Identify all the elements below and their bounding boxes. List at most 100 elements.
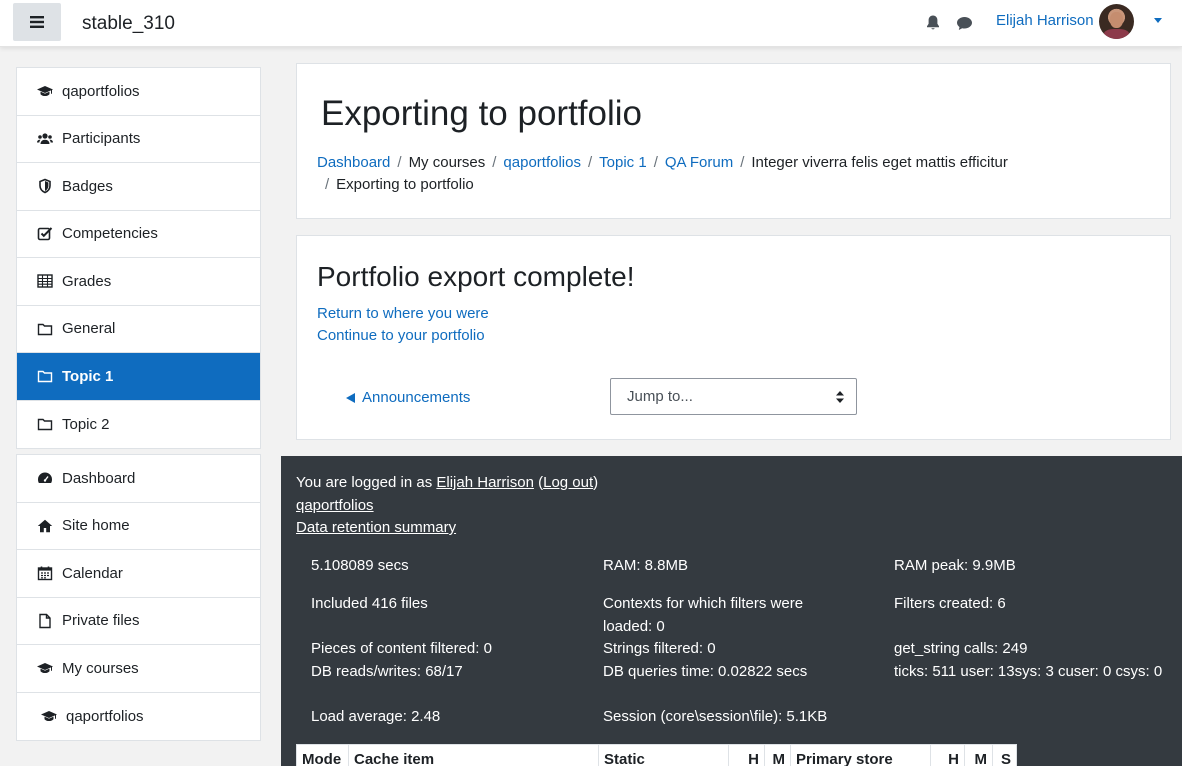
sidebar-item-label: qaportfolios: [62, 82, 140, 100]
sidebar-item-label: Site home: [62, 517, 130, 535]
logout-link[interactable]: Log out: [543, 474, 593, 491]
perf-load-average: Load average: 2.48: [311, 708, 441, 725]
breadcrumb-topic-link[interactable]: Topic 1: [599, 154, 647, 171]
sidebar-item-label: Participants: [62, 130, 141, 148]
column-header: M: [964, 744, 993, 766]
column-header: Cache item: [348, 744, 599, 766]
return-link[interactable]: Return to where you were: [317, 305, 489, 322]
perf-get-string: get_string calls: 249: [894, 640, 1028, 657]
data-retention-link[interactable]: Data retention summary: [296, 519, 456, 536]
breadcrumb-separator: /: [325, 176, 330, 193]
sidebar-item-label: My courses: [62, 659, 139, 677]
sidebar-item-course[interactable]: qaportfolios: [17, 68, 260, 116]
sidebar-item-badges[interactable]: Badges: [17, 163, 260, 211]
perf-db-rw: DB reads/writes: 68/17: [311, 663, 463, 680]
column-header: S: [992, 744, 1017, 766]
site-name-link[interactable]: stable_310: [82, 13, 175, 35]
sidebar-item-site-home[interactable]: Site home: [17, 503, 260, 550]
graduation-cap-icon: [37, 660, 53, 676]
perf-ram: RAM: 8.8MB: [603, 557, 689, 574]
breadcrumb-separator: /: [397, 154, 402, 171]
breadcrumb-dashboard-link[interactable]: Dashboard: [317, 154, 390, 171]
folder-icon: [37, 416, 53, 432]
breadcrumb-separator: /: [740, 154, 745, 171]
table-header-row: Mode Cache item Static H M Primary store…: [296, 744, 1017, 766]
check-square-icon: [37, 226, 53, 242]
folder-icon: [37, 368, 53, 384]
column-header: Mode: [296, 744, 349, 766]
jump-to-select[interactable]: Jump to...: [610, 378, 857, 415]
column-header: Primary store: [790, 744, 931, 766]
sidebar-item-dashboard[interactable]: Dashboard: [17, 455, 260, 503]
perf-time: 5.108089 secs: [311, 557, 409, 574]
sidebar-item-participants[interactable]: Participants: [17, 116, 260, 163]
breadcrumb-course-link[interactable]: qaportfolios: [503, 154, 581, 171]
perf-contexts: Contexts for which filters were loaded: …: [603, 595, 804, 635]
sidebar-item-grades[interactable]: Grades: [17, 258, 260, 306]
previous-activity-label: Announcements: [362, 389, 471, 406]
perf-strings-filtered: Strings filtered: 0: [603, 640, 716, 657]
top-navbar: stable_310 Elijah Harrison: [0, 0, 1182, 47]
sidebar-item-my-courses[interactable]: My courses: [17, 645, 260, 693]
footer-course-link[interactable]: qaportfolios: [296, 497, 374, 514]
perf-included-files: Included 416 files: [311, 595, 428, 612]
perf-db-time: DB queries time: 0.02822 secs: [603, 663, 808, 680]
select-arrows-icon: [836, 391, 844, 403]
perf-ticks: ticks: 511 user: 13sys: 3 cuser: 0 csys:…: [894, 663, 1163, 680]
chevron-down-icon[interactable]: [1154, 18, 1162, 23]
sidebar-item-general[interactable]: General: [17, 306, 260, 353]
avatar[interactable]: [1099, 4, 1134, 39]
sidebar-item-private-files[interactable]: Private files: [17, 598, 260, 645]
breadcrumb-my-courses: My courses: [408, 154, 486, 171]
breadcrumb-current: Exporting to portfolio: [336, 176, 474, 193]
perf-filters-created: Filters created: 6: [894, 595, 1006, 612]
sidebar-item-label: Private files: [62, 612, 140, 630]
perf-pieces-filtered: Pieces of content filtered: 0: [311, 640, 492, 657]
sidebar-item-label: Grades: [62, 272, 112, 290]
shield-icon: [37, 178, 53, 194]
logout-close-paren: ): [593, 474, 599, 491]
sidebar-item-my-course-qaportfolios[interactable]: qaportfolios: [17, 693, 260, 741]
sidebar-item-topic-2[interactable]: Topic 2: [17, 401, 260, 449]
breadcrumb-separator: /: [653, 154, 658, 171]
sidebar-item-label: General: [62, 320, 116, 338]
breadcrumb-discussion: Integer viverra felis eget mattis effici…: [751, 154, 1008, 171]
jump-to-value: Jump to...: [627, 388, 693, 405]
sidebar-item-calendar[interactable]: Calendar: [17, 550, 260, 598]
perf-ram-peak: RAM peak: 9.9MB: [894, 557, 1016, 574]
user-menu-name[interactable]: Elijah Harrison: [996, 12, 1094, 29]
side-navigation: qaportfolios Participants Badges Compete…: [16, 67, 261, 741]
page-title: Exporting to portfolio: [321, 94, 643, 133]
sidebar-item-competencies[interactable]: Competencies: [17, 211, 260, 258]
previous-activity-link[interactable]: Announcements: [346, 389, 470, 406]
page-footer: You are logged in as Elijah Harrison (Lo…: [281, 456, 1182, 766]
hamburger-icon: [30, 16, 44, 28]
sidebar-item-label: Topic 1: [62, 367, 114, 385]
side-drawer-toggle-button[interactable]: [13, 3, 61, 41]
site-nav-list: Dashboard Site home Calendar Private fil…: [16, 454, 261, 741]
breadcrumb-forum-link[interactable]: QA Forum: [665, 154, 733, 171]
calendar-icon: [37, 565, 53, 581]
continue-to-portfolio-link[interactable]: Continue to your portfolio: [317, 327, 485, 344]
home-icon: [37, 518, 53, 534]
sidebar-item-label: Badges: [62, 177, 113, 195]
sidebar-item-label: Competencies: [62, 225, 158, 243]
column-header: H: [930, 744, 965, 766]
chat-bubble-icon[interactable]: [956, 16, 973, 31]
sidebar-item-topic-1[interactable]: Topic 1: [17, 353, 260, 401]
file-icon: [37, 613, 53, 629]
cache-usage-table: Mode Cache item Static H M Primary store…: [296, 744, 1017, 766]
logged-in-prefix: You are logged in as: [296, 474, 437, 491]
login-info: You are logged in as Elijah Harrison (Lo…: [296, 474, 598, 491]
bell-icon[interactable]: [925, 14, 941, 31]
export-complete-heading: Portfolio export complete!: [317, 261, 635, 292]
avatar-face: [1110, 12, 1123, 28]
column-header: H: [728, 744, 765, 766]
footer-user-link[interactable]: Elijah Harrison: [436, 474, 534, 491]
course-nav-list: qaportfolios Participants Badges Compete…: [16, 67, 261, 449]
breadcrumb-separator: /: [587, 154, 593, 171]
breadcrumb: Dashboard / My courses / qaportfolios / Topic …: [317, 152, 1077, 196]
sidebar-item-label: Dashboard: [62, 469, 136, 487]
sidebar-item-label: Calendar: [62, 564, 123, 582]
folder-icon: [37, 321, 53, 337]
